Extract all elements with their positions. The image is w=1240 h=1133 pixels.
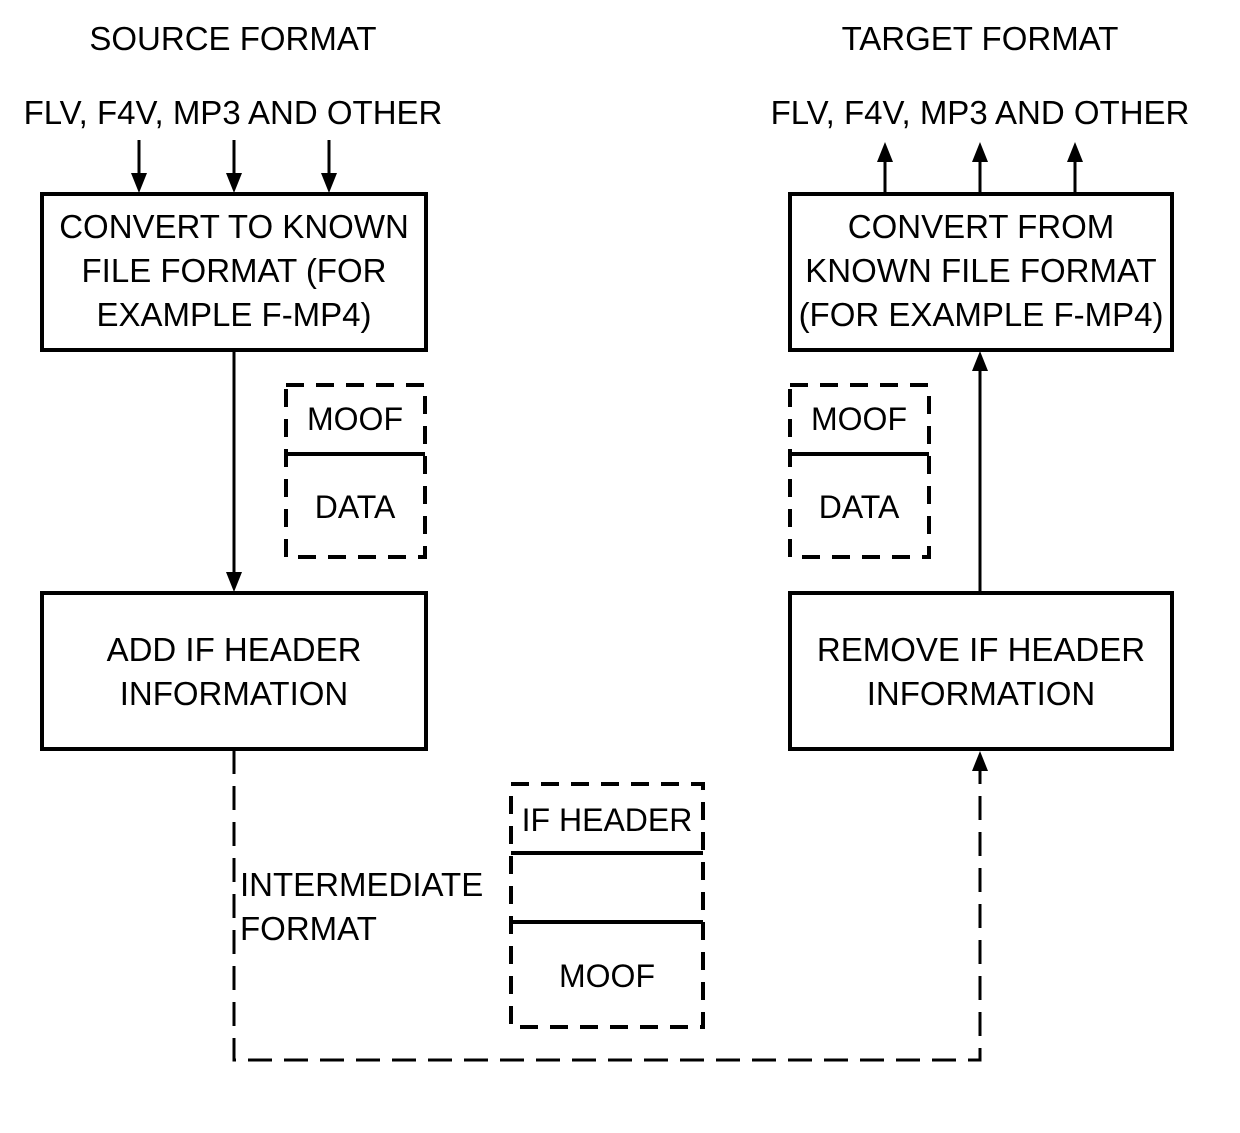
- box-text-line: REMOVE IF HEADER: [817, 631, 1145, 668]
- intermediate-packet-box: IF HEADER MOOF: [509, 782, 705, 1029]
- box-text-line: ADD IF HEADER: [107, 631, 362, 668]
- convert-from-known-box: CONVERT FROM KNOWN FILE FORMAT (FOR EXAM…: [788, 192, 1174, 352]
- arrowhead-down-icon: [321, 173, 337, 193]
- arrowhead-down-icon: [226, 173, 242, 193]
- arrowhead-down-icon: [131, 173, 147, 193]
- arrowhead-up-icon: [972, 351, 988, 371]
- box-text-line: CONVERT TO KNOWN: [59, 208, 409, 245]
- box-text-line: KNOWN FILE FORMAT: [805, 252, 1156, 289]
- packet-moof-label: MOOF: [559, 958, 655, 994]
- fragment-data-label: DATA: [315, 489, 396, 525]
- convert-to-known-box: CONVERT TO KNOWN FILE FORMAT (FOR EXAMPL…: [40, 192, 428, 352]
- arrowhead-up-icon: [877, 142, 893, 162]
- source-format-title: SOURCE FORMAT: [89, 20, 376, 57]
- fragment-moof-label: MOOF: [307, 401, 403, 437]
- intermediate-format-label-line2: FORMAT: [240, 910, 377, 947]
- box-text-line: EXAMPLE F-MP4): [96, 296, 371, 333]
- box-text-line: INFORMATION: [867, 675, 1096, 712]
- flow-diagram: SOURCE FORMAT TARGET FORMAT FLV, F4V, MP…: [24, 20, 1190, 1062]
- target-fragment-box: MOOF DATA: [788, 383, 931, 559]
- box-text-line: INFORMATION: [120, 675, 349, 712]
- target-output-arrows: [877, 142, 1083, 193]
- arrowhead-up-icon: [1067, 142, 1083, 162]
- arrowhead-up-icon: [972, 142, 988, 162]
- source-formats-label: FLV, F4V, MP3 AND OTHER: [24, 94, 443, 131]
- remove-if-header-box: REMOVE IF HEADER INFORMATION: [788, 591, 1174, 751]
- box-text-line: (FOR EXAMPLE F-MP4): [799, 296, 1164, 333]
- target-formats-label: FLV, F4V, MP3 AND OTHER: [771, 94, 1190, 131]
- box-text-line: FILE FORMAT (FOR: [82, 252, 387, 289]
- source-input-arrows: [131, 140, 337, 193]
- fragment-data-label: DATA: [819, 489, 900, 525]
- intermediate-format-label-line1: INTERMEDIATE: [240, 866, 483, 903]
- box-text-line: CONVERT FROM: [848, 208, 1114, 245]
- target-format-title: TARGET FORMAT: [842, 20, 1119, 57]
- source-fragment-box: MOOF DATA: [284, 383, 427, 559]
- intermediate-format-path: [232, 750, 982, 1062]
- packet-if-header-label: IF HEADER: [522, 802, 693, 838]
- arrowhead-up-icon: [972, 751, 988, 771]
- add-if-header-box: ADD IF HEADER INFORMATION: [40, 591, 428, 751]
- arrowhead-down-icon: [226, 572, 242, 592]
- fragment-moof-label: MOOF: [811, 401, 907, 437]
